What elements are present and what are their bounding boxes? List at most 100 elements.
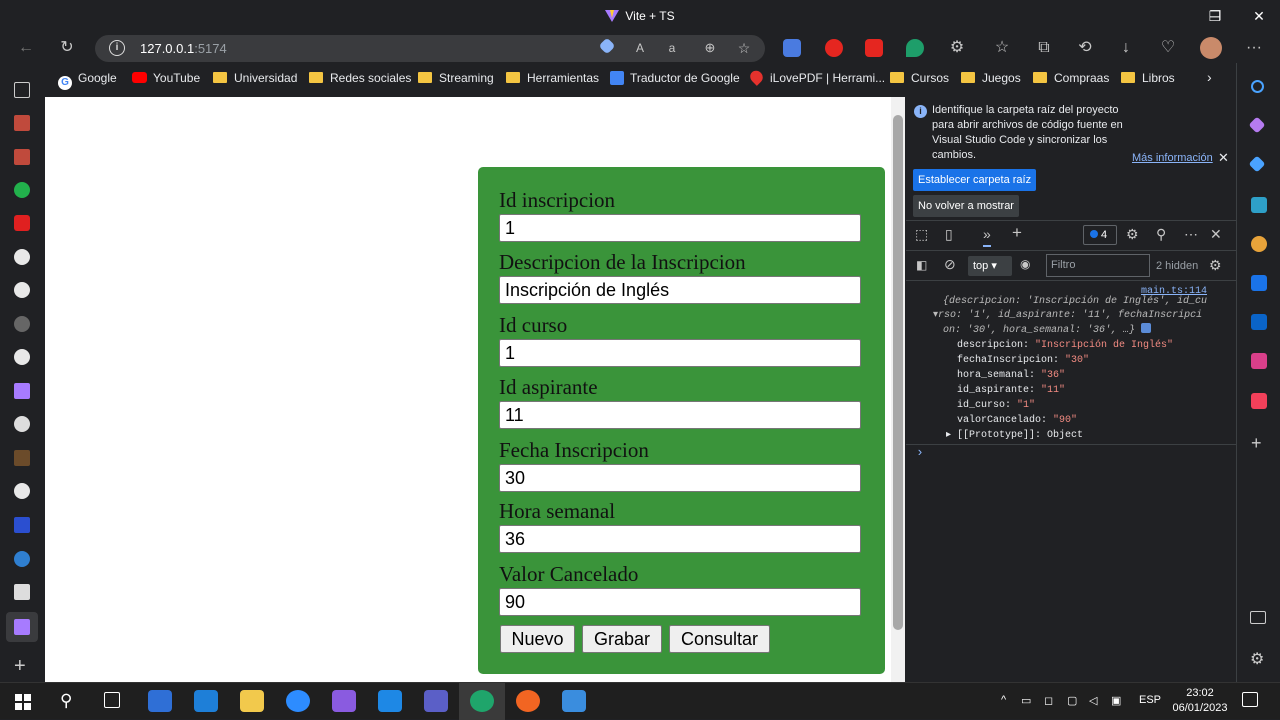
extension-bitwarden-icon[interactable] xyxy=(783,39,801,57)
bookmark-streaming[interactable]: Streaming xyxy=(418,71,494,85)
photos-icon[interactable] xyxy=(562,690,586,712)
notifications-icon[interactable] xyxy=(1242,692,1258,707)
set-root-folder-button[interactable]: Establecer carpeta raíz xyxy=(913,169,1037,191)
close-window-button[interactable]: ✕ xyxy=(1236,0,1280,33)
minimize-button-2[interactable] xyxy=(1146,0,1192,33)
bookmark-cursos[interactable]: Cursos xyxy=(890,71,949,85)
tab-github-2-icon[interactable] xyxy=(14,282,30,298)
outlook-icon[interactable] xyxy=(1251,314,1267,330)
windows-start-icon[interactable] xyxy=(15,694,31,710)
sidebar-settings-icon[interactable]: ⚙ xyxy=(1250,649,1264,669)
bookmark-juegos[interactable]: Juegos xyxy=(961,71,1021,85)
sidebar-hide-icon[interactable] xyxy=(1250,611,1266,624)
scrollbar-thumb[interactable] xyxy=(893,115,903,630)
visual-studio-icon[interactable] xyxy=(332,690,356,712)
tab-github-3-icon[interactable] xyxy=(14,316,30,332)
inspect-icon[interactable]: ⬚ xyxy=(915,226,928,243)
context-selector[interactable]: top ▾ xyxy=(968,256,1012,276)
tab-info-icon[interactable] xyxy=(14,517,30,533)
dont-show-again-button[interactable]: No volver a mostrar xyxy=(913,195,1019,217)
fecha-inscripcion-input[interactable]: 30 xyxy=(499,464,861,492)
tab-github-4-icon[interactable] xyxy=(14,349,30,365)
games-icon[interactable] xyxy=(1251,236,1267,252)
address-url[interactable]: 127.0.0.1:5174 xyxy=(140,41,227,56)
tab-actions-icon[interactable] xyxy=(14,82,30,98)
microsoft-store-icon[interactable] xyxy=(148,690,172,712)
tag-icon[interactable] xyxy=(598,37,616,55)
tab-google-icon[interactable] xyxy=(14,416,30,432)
bookmark-ilovepdf[interactable]: iLovePDF | Herrami... xyxy=(747,68,885,86)
office-icon[interactable] xyxy=(1251,275,1267,291)
devtools-more-icon[interactable]: ⋯ xyxy=(1184,226,1198,243)
tab-whatsapp-icon[interactable] xyxy=(14,182,30,198)
hora-semanal-input[interactable]: 36 xyxy=(499,525,861,553)
collections-icon[interactable]: ⧉ xyxy=(1032,36,1056,60)
id-aspirante-input[interactable]: 11 xyxy=(499,401,861,429)
vscode-icon[interactable] xyxy=(378,690,402,712)
grabar-button[interactable]: Grabar xyxy=(582,625,662,653)
notice-close-icon[interactable]: ✕ xyxy=(1218,150,1229,166)
page-scrollbar[interactable] xyxy=(891,97,905,682)
more-tabs-icon[interactable]: » xyxy=(983,226,991,247)
more-info-link[interactable]: Más información xyxy=(1132,152,1213,164)
profile-avatar[interactable] xyxy=(1200,37,1222,59)
extension-mega-icon[interactable] xyxy=(865,39,883,57)
bookmark-traductor[interactable]: Traductor de Google xyxy=(610,71,740,85)
bookmark-herramientas[interactable]: Herramientas xyxy=(506,71,599,85)
extensions-icon[interactable]: ⚙ xyxy=(945,36,969,60)
device-toolbar-icon[interactable]: ▯ xyxy=(945,226,953,243)
back-icon[interactable]: ← xyxy=(14,36,38,60)
teams-icon[interactable] xyxy=(424,690,448,712)
zoom-icon[interactable] xyxy=(286,690,310,712)
add-sidebar-icon[interactable]: + xyxy=(1251,433,1262,454)
favorites-icon[interactable]: ☆ xyxy=(990,36,1014,60)
battery-icon[interactable]: ▭ xyxy=(1021,694,1031,707)
favorite-add-icon[interactable]: ☆ xyxy=(732,36,756,60)
extension-adblock-icon[interactable] xyxy=(825,39,843,57)
bookmarks-overflow-icon[interactable]: › xyxy=(1207,69,1212,85)
language-indicator[interactable]: ESP xyxy=(1139,694,1161,706)
zoom-icon[interactable]: ⊕ xyxy=(698,36,722,60)
add-tab-icon[interactable]: + xyxy=(1012,223,1022,243)
network-icon[interactable]: ◻ xyxy=(1044,694,1053,707)
tab-github-icon[interactable] xyxy=(14,249,30,265)
history-icon[interactable]: ⟲ xyxy=(1073,36,1097,60)
read-aloud-icon[interactable]: A xyxy=(628,36,652,60)
extension-shield-icon[interactable] xyxy=(906,39,924,57)
tab-vite-icon[interactable] xyxy=(14,383,30,399)
copilot-icon[interactable] xyxy=(1248,116,1266,134)
id-inscripcion-input[interactable]: 1 xyxy=(499,214,861,242)
devtools-settings-icon[interactable]: ⚙ xyxy=(1126,226,1139,243)
tab-pdf-icon[interactable] xyxy=(14,115,30,131)
bookmark-google[interactable]: G Google xyxy=(58,71,117,90)
tray-chevron-icon[interactable]: ^ xyxy=(1001,694,1006,706)
downloads-icon[interactable]: ↓ xyxy=(1114,36,1138,60)
devtools-close-icon[interactable]: ✕ xyxy=(1210,226,1222,243)
sidebar-toggle-icon[interactable]: ◧ xyxy=(916,258,927,272)
volume-icon[interactable]: ◁ xyxy=(1089,694,1097,707)
prototype-row[interactable]: ▸ [[Prototype]]: Object xyxy=(946,429,1083,443)
music-icon[interactable] xyxy=(1251,393,1267,409)
taskbar-search-icon[interactable]: ⚲ xyxy=(60,691,72,711)
bookmark-redes-sociales[interactable]: Redes sociales xyxy=(309,71,411,85)
live-expression-icon[interactable]: ◉ xyxy=(1020,257,1030,271)
clear-console-icon[interactable]: ⊘ xyxy=(944,256,956,273)
valor-cancelado-input[interactable]: 90 xyxy=(499,588,861,616)
bookmark-universidad[interactable]: Universidad xyxy=(213,71,297,85)
browser-essentials-icon[interactable]: ♡ xyxy=(1156,36,1180,60)
tab-github-5-icon[interactable] xyxy=(14,483,30,499)
console-filter-input[interactable]: Filtro xyxy=(1046,254,1150,277)
tools-icon[interactable] xyxy=(1251,197,1267,213)
clock[interactable]: 23:02 06/01/2023 xyxy=(1172,686,1228,716)
issues-badge[interactable]: 4 xyxy=(1083,225,1117,245)
search-icon[interactable] xyxy=(1251,80,1264,93)
console-settings-icon[interactable]: ⚙ xyxy=(1209,257,1222,274)
instagram-icon[interactable] xyxy=(1251,353,1267,369)
tab-youtube-icon[interactable] xyxy=(14,215,30,231)
log-summary-line2[interactable]: ▾rso: '1', id_aspirante: '11', fechaInsc… xyxy=(933,309,1202,323)
new-tab-icon[interactable]: + xyxy=(14,655,26,678)
shopping-icon[interactable] xyxy=(1248,155,1266,173)
postman-icon[interactable] xyxy=(516,690,540,712)
tab-vite-active[interactable] xyxy=(6,612,38,642)
nuevo-button[interactable]: Nuevo xyxy=(500,625,575,653)
